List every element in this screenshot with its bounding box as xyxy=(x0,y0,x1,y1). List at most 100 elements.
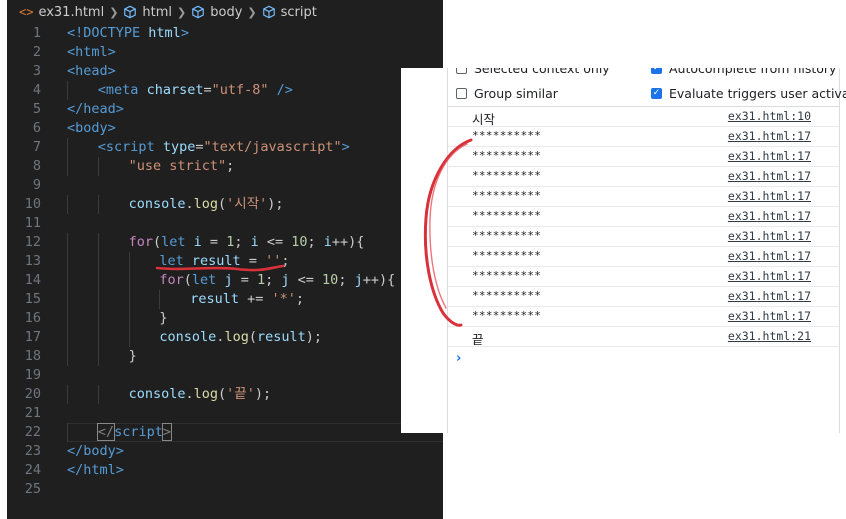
code-token: let xyxy=(191,272,217,288)
line-number: 15 xyxy=(24,291,41,307)
console-message-text: ********** xyxy=(472,229,542,242)
html-file-icon: <> xyxy=(19,5,34,19)
code-token: 10 xyxy=(322,272,339,288)
line-number: 1 xyxy=(32,25,41,41)
console-source-link[interactable]: ex31.html:17 xyxy=(728,249,811,263)
console-message-text: 끝 xyxy=(472,332,484,347)
code-token: <= xyxy=(289,272,323,288)
console-source-link[interactable]: ex31.html:17 xyxy=(728,289,811,303)
code-token: ( xyxy=(218,386,227,402)
selected-context-label: Selected context only xyxy=(474,68,610,76)
console-message: ********** ex31.html:17 xyxy=(448,247,839,267)
console-source-link[interactable]: ex31.html:17 xyxy=(728,169,811,183)
code-token: j xyxy=(281,272,290,288)
console-messages: 시작 ex31.html:10 ********** ex31.html:17 ****… xyxy=(448,107,839,347)
code-token: </body> xyxy=(67,443,124,459)
code-editor[interactable]: <> ex31.html ❯ html ❯ body ❯ script 1 <!D… xyxy=(7,0,443,519)
line-number: 4 xyxy=(32,82,41,98)
console-prompt-icon[interactable]: › xyxy=(456,351,461,366)
code-token: ( xyxy=(218,196,227,212)
devtools-console[interactable]: Selected context only ✓ Autocomplete fro… xyxy=(401,68,846,433)
indent-guide xyxy=(67,290,68,309)
evaluate-triggers-option[interactable]: ✓ Evaluate triggers user activation xyxy=(651,86,846,101)
code-text: } xyxy=(159,309,167,328)
console-source-link[interactable]: ex31.html:21 xyxy=(728,329,811,343)
line-number: 25 xyxy=(24,481,41,497)
group-similar-option[interactable]: Group similar xyxy=(456,86,558,101)
code-line[interactable]: 4 <meta charset="utf-8" /> xyxy=(7,81,443,100)
console-source-link[interactable]: ex31.html:17 xyxy=(728,129,811,143)
autocomplete-option[interactable]: ✓ Autocomplete from history xyxy=(651,68,836,76)
line-number: 8 xyxy=(32,158,41,174)
code-line[interactable]: 22 </script> xyxy=(7,423,443,442)
indent-guide xyxy=(67,309,68,328)
group-similar-checkbox[interactable] xyxy=(456,88,467,99)
code-line[interactable]: 2 <html> xyxy=(7,43,443,62)
code-line[interactable]: 12 for(let i = 1; i <= 10; i++){ xyxy=(7,233,443,252)
console-message: ********** ex31.html:17 xyxy=(448,167,839,187)
code-line[interactable]: 21 xyxy=(7,404,443,423)
code-token: result xyxy=(190,291,239,307)
line-number: 21 xyxy=(24,405,41,421)
code-text: for(let j = 1; j <= 10; j++){ xyxy=(159,271,395,290)
autocomplete-checkbox[interactable]: ✓ xyxy=(651,68,662,74)
code-line[interactable]: 14 for(let j = 1; j <= 10; j++){ xyxy=(7,271,443,290)
evaluate-triggers-checkbox[interactable]: ✓ xyxy=(651,88,662,99)
code-token: "use strict" xyxy=(128,158,227,174)
code-token: ++){ xyxy=(362,272,396,288)
code-line[interactable]: 18} xyxy=(7,347,443,366)
code-token: html xyxy=(148,25,181,41)
breadcrumb-body-label: body xyxy=(210,4,243,20)
code-line[interactable]: 19 xyxy=(7,366,443,385)
line-number: 19 xyxy=(24,367,41,383)
indent-guide xyxy=(97,328,99,347)
console-source-link[interactable]: ex31.html:17 xyxy=(728,269,811,283)
breadcrumb-file[interactable]: ex31.html xyxy=(38,5,104,20)
code-token: 1 xyxy=(256,272,266,288)
code-area[interactable]: 1 <!DOCTYPE html> 2 <html> 3 <head> 4 <meta cha… xyxy=(7,24,443,499)
indent-guide xyxy=(67,233,68,252)
code-line[interactable]: 1 <!DOCTYPE html> xyxy=(7,24,443,43)
code-token: for xyxy=(128,234,153,250)
code-line[interactable]: 20 console.log('끝'); xyxy=(7,385,443,404)
code-line[interactable]: 15 result += '*'; xyxy=(7,290,443,309)
line-number: 14 xyxy=(24,272,41,288)
console-message: ********** ex31.html:17 xyxy=(448,287,839,307)
indent-guide xyxy=(97,271,99,290)
console-source-link[interactable]: ex31.html:17 xyxy=(728,309,811,323)
line-number: 3 xyxy=(32,63,41,79)
line-number: 11 xyxy=(24,215,41,231)
code-token: <script xyxy=(97,139,155,155)
console-source-link[interactable]: ex31.html:17 xyxy=(728,209,811,223)
code-line[interactable]: 13 let result = ''; xyxy=(7,252,443,271)
code-line[interactable]: 9 xyxy=(7,176,443,195)
code-line[interactable]: 11 xyxy=(7,214,443,233)
code-line[interactable]: 6 <body> xyxy=(7,119,443,138)
code-line[interactable]: 25 xyxy=(7,480,443,499)
console-source-link[interactable]: ex31.html:17 xyxy=(728,189,811,203)
console-message: ********** ex31.html:17 xyxy=(448,267,839,287)
code-line[interactable]: 8 "use strict"; xyxy=(7,157,443,176)
code-line[interactable]: 17 console.log(result); xyxy=(7,328,443,347)
code-token: ; xyxy=(338,272,355,288)
console-source-link[interactable]: ex31.html:17 xyxy=(728,149,811,163)
selected-context-checkbox[interactable] xyxy=(456,68,467,74)
breadcrumb-script[interactable]: script xyxy=(262,5,317,20)
indent-guide xyxy=(67,81,68,100)
console-source-link[interactable]: ex31.html:17 xyxy=(728,229,811,243)
code-line[interactable]: 3 <head> xyxy=(7,62,443,81)
line-number: 20 xyxy=(24,386,41,402)
group-similar-label: Group similar xyxy=(474,86,558,101)
breadcrumb-body[interactable]: body xyxy=(191,5,242,20)
indent-guide xyxy=(67,347,68,366)
code-line[interactable]: 7 <script type="text/javascript"> xyxy=(7,138,443,157)
console-source-link[interactable]: ex31.html:10 xyxy=(728,109,811,123)
code-line[interactable]: 5 </head> xyxy=(7,100,443,119)
breadcrumb-html[interactable]: html xyxy=(123,5,172,20)
selected-context-option[interactable]: Selected context only xyxy=(456,68,610,76)
console-message: 끝 ex31.html:21 xyxy=(448,327,839,347)
code-line[interactable]: 24 </html> xyxy=(7,461,443,480)
code-line[interactable]: 23 </body> xyxy=(7,442,443,461)
code-line[interactable]: 10 console.log('시작'); xyxy=(7,195,443,214)
code-line[interactable]: 16} xyxy=(7,309,443,328)
